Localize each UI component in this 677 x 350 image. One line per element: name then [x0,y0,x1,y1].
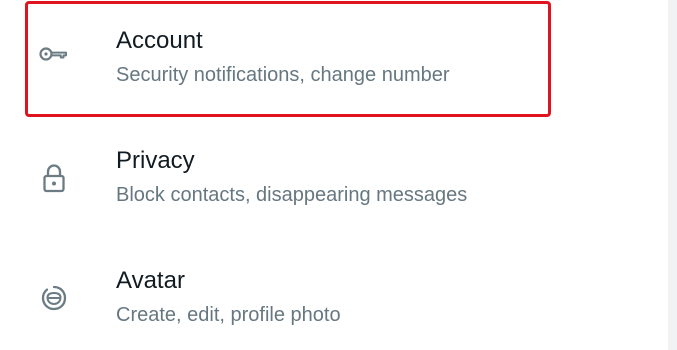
settings-item-account[interactable]: Account Security notifications, change n… [0,0,668,112]
settings-item-subtitle: Create, edit, profile photo [116,304,341,326]
settings-item-privacy[interactable]: Privacy Block contacts, disappearing mes… [0,120,668,232]
avatar-face-icon [36,280,72,316]
settings-item-title: Privacy [116,147,195,174]
settings-item-title: Account [116,27,203,54]
settings-item-subtitle: Block contacts, disappearing messages [116,184,468,206]
settings-list: Account Security notifications, change n… [0,0,668,350]
key-icon [36,36,72,72]
settings-item-title: Avatar [116,267,185,294]
settings-screen: Account Security notifications, change n… [0,0,668,350]
lock-icon [36,160,72,196]
settings-item-avatar[interactable]: Avatar Create, edit, profile photo [0,240,668,350]
settings-item-subtitle: Security notifications, change number [116,64,450,86]
side-panel-edge [668,0,677,350]
